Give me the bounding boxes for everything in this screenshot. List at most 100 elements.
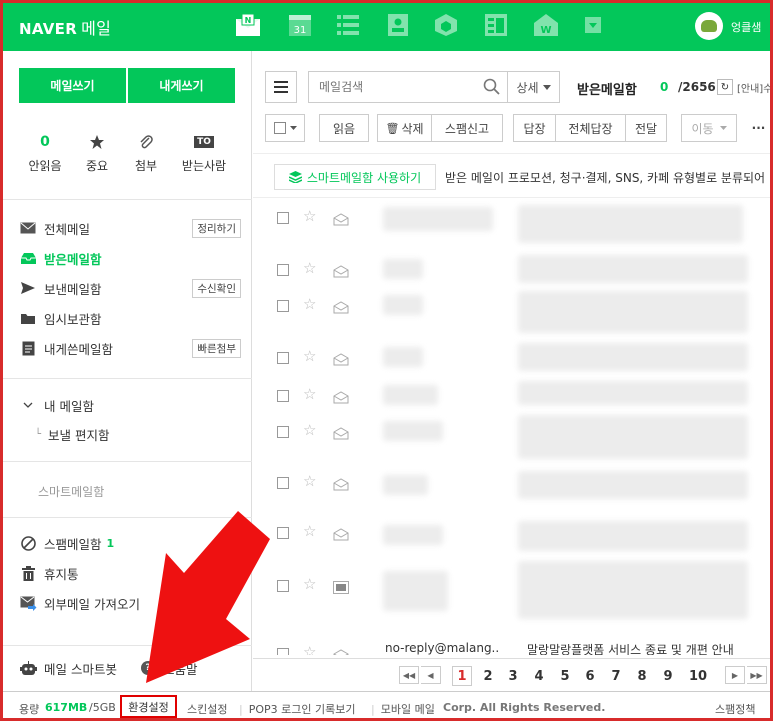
row-checkbox[interactable] — [277, 527, 289, 539]
mail-sender[interactable]: no-reply@malang... — [385, 641, 500, 655]
mail-row[interactable]: ☆ — [253, 200, 770, 236]
skin-settings-link[interactable]: 스킨설정 — [187, 701, 227, 717]
settings-link[interactable]: 환경설정 — [120, 695, 177, 718]
page-9[interactable]: 9 — [658, 666, 678, 686]
row-checkbox[interactable] — [277, 300, 289, 312]
page-10[interactable]: 10 — [685, 666, 711, 686]
notice-link[interactable]: [안내]수신 — [737, 80, 770, 95]
page-3[interactable]: 3 — [503, 666, 523, 686]
row-checkbox[interactable] — [277, 648, 289, 655]
next-page-button[interactable]: ▶ — [725, 666, 745, 684]
mailbox-import[interactable]: 외부메일 가져오기 — [19, 591, 241, 615]
naver-mail-logo[interactable]: NAVER 메일 — [19, 15, 111, 39]
works-app-icon[interactable]: W — [531, 11, 561, 39]
page-2[interactable]: 2 — [478, 666, 498, 686]
row-checkbox[interactable] — [277, 212, 289, 224]
select-all-checkbox[interactable] — [265, 114, 305, 142]
more-apps-icon[interactable] — [578, 11, 608, 39]
star-icon[interactable]: ☆ — [303, 347, 316, 365]
pop3-log-link[interactable]: POP3 로그인 기록보기 — [239, 701, 356, 717]
my-mailbox-toggle[interactable]: 내 메일함 — [19, 393, 241, 417]
first-page-button[interactable]: ◀◀ — [399, 666, 419, 684]
star-icon[interactable]: ☆ — [303, 259, 316, 277]
search-input[interactable] — [308, 71, 508, 103]
mail-row[interactable]: ☆ — [253, 465, 770, 501]
contacts-app-icon[interactable] — [333, 11, 363, 39]
star-icon[interactable]: ☆ — [303, 207, 316, 225]
memo-app-icon[interactable] — [481, 11, 511, 39]
forward-button[interactable]: 전달 — [625, 114, 667, 142]
row-checkbox[interactable] — [277, 264, 289, 276]
mailbox-outbox[interactable]: └ 보낼 편지함 — [35, 422, 235, 446]
mailbox-drafts[interactable]: 임시보관함 — [19, 306, 241, 330]
star-icon[interactable]: ☆ — [303, 385, 316, 403]
mailbox-trash[interactable]: 휴지통 — [19, 561, 241, 585]
search-icon[interactable] — [483, 78, 500, 99]
quick-unread[interactable]: 0 안읽음 — [15, 131, 75, 174]
smart-mailbox[interactable]: 스마트메일함 — [38, 479, 260, 503]
user-name[interactable]: 엉클샘 — [731, 19, 761, 35]
refresh-icon[interactable]: ↻ — [717, 79, 733, 95]
mailbox-to-me[interactable]: 내게쓴메일함 빠른첨부 — [19, 336, 241, 360]
detail-search-dropdown[interactable]: 상세 — [508, 71, 560, 103]
last-page-button[interactable]: ▶▶ — [747, 666, 767, 684]
mailbox-inbox[interactable]: 받은메일함 — [19, 246, 241, 270]
row-checkbox[interactable] — [277, 352, 289, 364]
avatar[interactable] — [695, 12, 723, 40]
mail-app-icon[interactable]: N — [233, 11, 263, 39]
address-book-icon[interactable] — [383, 11, 413, 39]
reply-button[interactable]: 답장 — [513, 114, 555, 142]
hamburger-menu-button[interactable] — [265, 71, 297, 103]
star-icon[interactable]: ☆ — [303, 421, 316, 439]
quota-used: 617MB — [45, 701, 88, 714]
row-checkbox[interactable] — [277, 426, 289, 438]
mobile-mail-link[interactable]: 모바일 메일 — [371, 701, 435, 717]
page-4[interactable]: 4 — [529, 666, 549, 686]
quick-to-me[interactable]: TO 받는사람 — [174, 131, 234, 174]
row-checkbox[interactable] — [277, 477, 289, 489]
page-7[interactable]: 7 — [606, 666, 626, 686]
row-checkbox[interactable] — [277, 580, 289, 592]
quick-attachment[interactable]: 첨부 — [116, 131, 176, 174]
report-spam-button[interactable]: 스팸신고 — [431, 114, 503, 142]
mail-row[interactable]: ☆ — [253, 340, 770, 376]
star-icon[interactable]: ☆ — [303, 295, 316, 313]
mailbox-spam[interactable]: 스팸메일함 1 — [19, 531, 241, 555]
mail-row[interactable]: ☆ — [253, 568, 770, 604]
star-icon[interactable]: ☆ — [303, 472, 316, 490]
write-mail-button[interactable]: 메일쓰기 — [19, 68, 126, 103]
mark-read-button[interactable]: 읽음 — [319, 114, 369, 142]
write-to-me-button[interactable]: 내게쓰기 — [128, 68, 235, 103]
star-icon[interactable]: ☆ — [303, 575, 316, 593]
spam-policy-link[interactable]: 스팸정책 — [715, 701, 755, 717]
delete-button[interactable]: 🗑 삭제 — [377, 114, 431, 142]
more-actions-button[interactable]: ··· — [747, 114, 770, 142]
cube-app-icon[interactable] — [431, 11, 461, 39]
move-dropdown[interactable]: 이동 — [681, 114, 737, 142]
reply-all-button[interactable]: 전체답장 — [555, 114, 625, 142]
use-smart-mailbox-button[interactable]: 스마트메일함 사용하기 — [274, 164, 436, 190]
read-receipt-button[interactable]: 수신확인 — [192, 278, 241, 298]
mail-row[interactable]: ☆ — [253, 288, 770, 324]
mail-row[interactable]: ☆ — [253, 378, 770, 414]
prev-page-button[interactable]: ◀ — [421, 666, 441, 684]
star-icon[interactable]: ☆ — [303, 522, 316, 540]
mail-subject[interactable]: 말랑말랑플랫폼 서비스 종료 및 개편 안내 — [527, 641, 770, 655]
page-5[interactable]: 5 — [555, 666, 575, 686]
smartbot-link[interactable]: 메일 스마트봇 — [19, 656, 139, 680]
mail-row[interactable]: ☆ — [253, 515, 770, 551]
page-1[interactable]: 1 — [452, 666, 472, 686]
mailbox-sent[interactable]: 보낸메일함 수신확인 — [19, 276, 241, 300]
page-8[interactable]: 8 — [632, 666, 652, 686]
page-6[interactable]: 6 — [580, 666, 600, 686]
list-header: 상세 받은메일함 0 /2656 ↻ [안내]수신 — [265, 71, 770, 105]
calendar-app-icon[interactable]: 31 — [285, 11, 315, 39]
organize-button[interactable]: 정리하기 — [192, 218, 241, 238]
quick-attach-button[interactable]: 빠른첨부 — [192, 338, 241, 358]
mail-row[interactable]: ☆ — [253, 252, 770, 288]
help-link[interactable]: ? 도움말 — [141, 656, 241, 680]
mailbox-all[interactable]: 전체메일 정리하기 — [19, 216, 241, 240]
row-checkbox[interactable] — [277, 390, 289, 402]
star-icon[interactable]: ☆ — [303, 643, 316, 655]
mail-row[interactable]: ☆ — [253, 414, 770, 450]
